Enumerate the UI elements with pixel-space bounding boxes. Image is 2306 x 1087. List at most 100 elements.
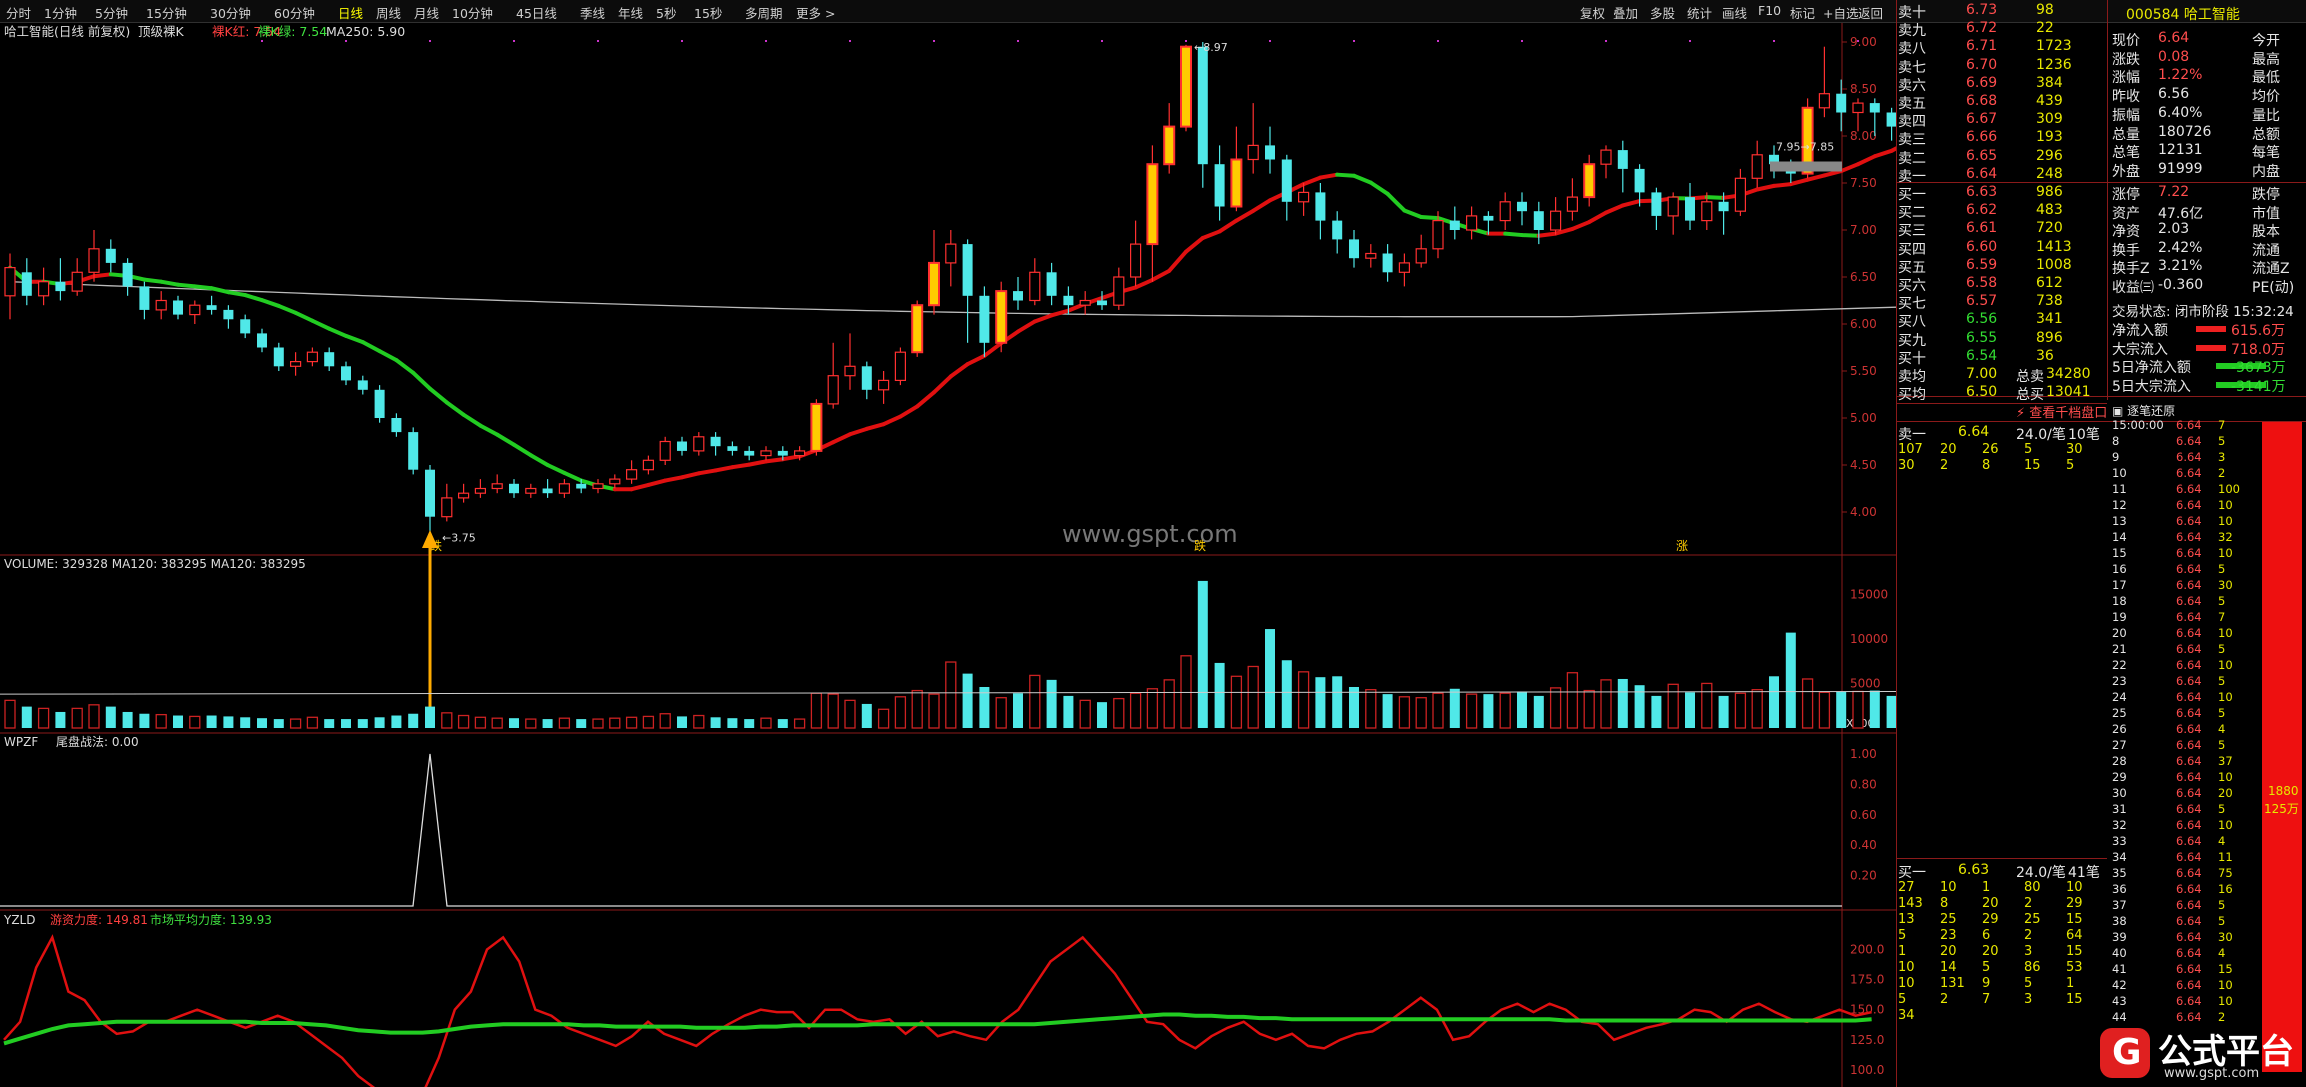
period-tab[interactable]: 分时 — [6, 3, 31, 22]
volume-bar — [1230, 675, 1243, 729]
candle-body — [139, 286, 150, 310]
period-tab[interactable]: 更多 > — [796, 3, 835, 22]
tick-time: 10 — [2112, 466, 2127, 480]
buy-volume: 738 — [2036, 293, 2063, 310]
buy-price: 6.59 — [1966, 256, 1998, 273]
candle-body — [1836, 93, 1847, 113]
queue-cell: 2 — [1940, 458, 1949, 473]
kline-chart[interactable]: 9.00 8.50 8.00 7.50 7.00 6.50 6.00 5.50 5.00 4.50… — [0, 0, 1896, 1087]
candle-body — [1247, 144, 1259, 161]
period-tab[interactable]: 月线 — [414, 3, 439, 22]
volume-bar — [173, 715, 183, 728]
period-tab[interactable]: 5分钟 — [95, 3, 128, 22]
volume-bar — [1415, 697, 1427, 729]
tool-button[interactable]: +自选 — [1823, 3, 1858, 22]
volume-bar — [324, 719, 335, 728]
tool-button[interactable]: 叠加 — [1613, 3, 1638, 22]
volume-bar — [1651, 695, 1662, 728]
volume-bar — [1013, 693, 1023, 728]
sell-price: 6.72 — [1966, 20, 1998, 37]
candle-body — [1566, 196, 1579, 212]
avg-price: 6.50 — [1966, 384, 1998, 400]
queue-cell: 30 — [2066, 442, 2083, 457]
volume-bar — [1163, 679, 1175, 729]
tick-time: 8 — [2112, 434, 2120, 448]
signal-dot — [933, 40, 935, 42]
tool-button[interactable]: F10 — [1758, 3, 1781, 18]
volume-bar — [793, 718, 806, 729]
candle-body — [1029, 271, 1041, 302]
high-label: ←8.97 — [1194, 41, 1228, 54]
volume-bar — [525, 718, 537, 729]
ma-segment — [1503, 231, 1524, 238]
tool-button[interactable]: 画线 — [1722, 3, 1747, 22]
tick-price: 6.64 — [2176, 866, 2202, 880]
signal-dot — [1353, 40, 1355, 42]
volume-bar — [1129, 692, 1142, 729]
ma-segment — [1335, 172, 1356, 178]
signal-dot — [765, 40, 767, 42]
stat2-value: 7.22 — [2158, 184, 2190, 200]
tool-button[interactable]: 统计 — [1687, 3, 1712, 22]
tool-button[interactable]: 返回 — [1858, 3, 1883, 22]
tick-volume: 10 — [2218, 818, 2233, 832]
flow-label: 5日净流入额 — [2112, 360, 2191, 376]
sell-volume: 248 — [2036, 165, 2063, 182]
price-tick-label: 8.50 — [1850, 82, 1877, 96]
price-tick-label: 5.00 — [1850, 411, 1877, 425]
signal-dot — [345, 40, 347, 42]
candle-body — [777, 450, 788, 456]
tool-button[interactable]: 复权 — [1580, 3, 1605, 22]
tick-time: 41 — [2112, 962, 2127, 976]
candle-body — [1517, 201, 1527, 212]
sell-price: 6.64 — [1966, 165, 1998, 182]
tool-button[interactable]: 标记 — [1790, 3, 1815, 22]
candle-body — [4, 267, 16, 297]
candle-body — [458, 492, 470, 499]
sell-level: 卖八 — [1898, 41, 1926, 58]
period-tab[interactable]: 日线 — [338, 3, 363, 22]
candle-body — [1886, 112, 1896, 127]
candle-body — [1449, 220, 1460, 230]
volume-bar — [4, 699, 16, 729]
period-tab[interactable]: 15分钟 — [146, 3, 187, 22]
period-tab[interactable]: 45日线 — [516, 3, 557, 22]
queue-cell: 7 — [1982, 992, 1991, 1007]
period-tab[interactable]: 1分钟 — [44, 3, 77, 22]
tick-price: 6.64 — [2176, 514, 2202, 528]
period-tab[interactable]: 10分钟 — [452, 3, 493, 22]
tick-price: 6.64 — [2176, 770, 2202, 784]
volume-bar — [1432, 692, 1444, 729]
tick-time: 23 — [2112, 674, 2127, 688]
queue-cell: 3 — [2024, 992, 2033, 1007]
period-tab[interactable]: 周线 — [376, 3, 401, 22]
volume-bar — [962, 673, 973, 728]
period-tab[interactable]: 年线 — [618, 3, 643, 22]
tool-button[interactable]: 多股 — [1650, 3, 1675, 22]
period-tab[interactable]: 多周期 — [745, 3, 783, 22]
candle-body — [1079, 299, 1091, 306]
candle-body — [979, 295, 990, 343]
candle-body — [1398, 262, 1411, 273]
stat-label: 振幅 — [2112, 107, 2140, 124]
ma-segment — [1536, 231, 1558, 238]
panel-border — [1896, 0, 1897, 1087]
tick-price: 6.64 — [2176, 626, 2202, 640]
period-tab[interactable]: 60分钟 — [274, 3, 315, 22]
depth-link[interactable]: ⚡ 查看千档盘口 — [2016, 402, 2107, 421]
queue-cell: 20 — [1940, 442, 1957, 457]
tick-time: 20 — [2112, 626, 2127, 640]
candle-body — [744, 450, 755, 456]
period-tab[interactable]: 15秒 — [694, 3, 722, 22]
col-divider — [2107, 0, 2108, 400]
period-tab[interactable]: 5秒 — [656, 3, 676, 22]
sell-volume: 193 — [2036, 129, 2063, 146]
period-tab[interactable]: 30分钟 — [210, 3, 251, 22]
queue-cell: 10 — [2066, 880, 2083, 895]
tick-volume: 30 — [2218, 930, 2233, 944]
period-tab[interactable]: 季线 — [580, 3, 605, 22]
divider — [1896, 858, 2107, 859]
candle-body — [827, 375, 839, 405]
stat-value: 1.22% — [2158, 67, 2203, 84]
volume-bar — [659, 713, 671, 729]
